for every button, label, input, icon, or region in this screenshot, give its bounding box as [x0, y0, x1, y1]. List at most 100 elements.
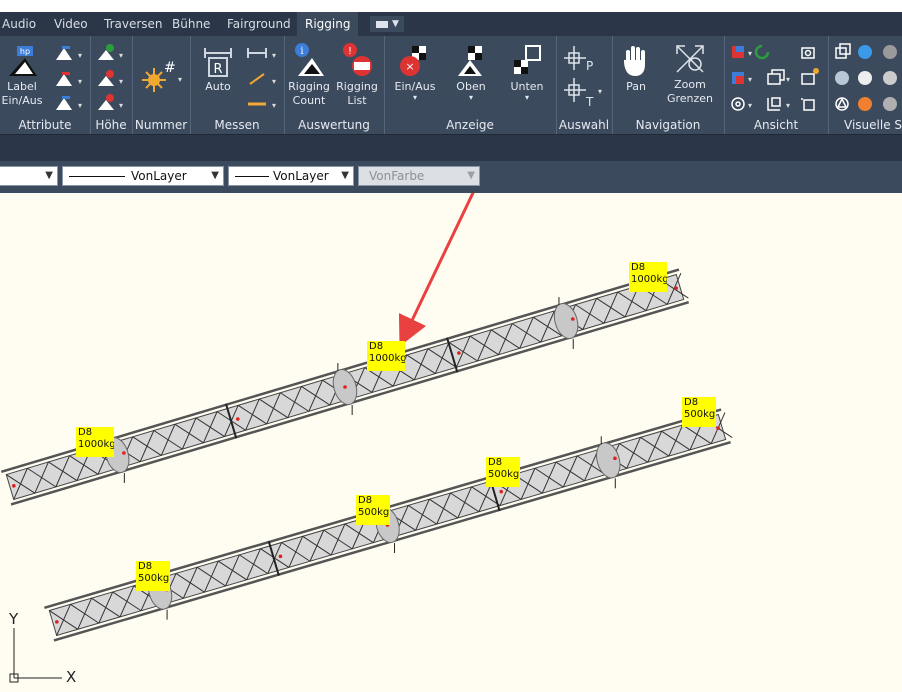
hand-pan-icon [624, 46, 645, 76]
properties-bar: ▼ VonLayer ▼ VonLayer ▼ VonFarbe ▼ [0, 161, 902, 193]
insertion-point [571, 317, 575, 321]
insertion-point [122, 451, 126, 455]
svg-text:▾: ▾ [272, 101, 276, 110]
tag-title: D8 [631, 262, 646, 273]
tab-traversen[interactable]: Traversen [104, 12, 163, 36]
auto-measure-button[interactable]: R Auto [196, 44, 240, 94]
tag-load: 500kg [358, 507, 390, 518]
lineweight-combo[interactable]: VonLayer ▼ [228, 166, 354, 186]
numbering-icon[interactable]: # ▾ [140, 58, 184, 92]
drawing-area[interactable]: Y X [0, 193, 902, 692]
panel-title-attribute: Attribute [18, 118, 72, 132]
truss-tag[interactable]: D8 500kg [486, 457, 520, 487]
panel-ansicht: ▾ ▾ ▾ ▾ ▾ Ansicht [724, 36, 829, 134]
svg-text:▾: ▾ [78, 51, 82, 60]
tab-rigging[interactable]: Rigging [297, 12, 359, 36]
svg-text:i: i [300, 46, 303, 57]
label-tag-icon: hp [9, 46, 37, 76]
chevron-down-icon: ▾ [524, 93, 529, 102]
tag-title: D8 [358, 495, 373, 506]
ribbon-collapsed-strip [0, 135, 902, 161]
insertion-point [716, 426, 720, 430]
truss-tag[interactable]: D8 500kg [682, 397, 716, 427]
panel-visuelle-stile: Visuelle Sti [828, 36, 902, 134]
display-top-icon [458, 46, 482, 76]
measure-small-icons[interactable]: ▾ ▾ ▾ [246, 42, 280, 112]
color-combo[interactable]: ▼ [0, 166, 58, 186]
tag-load: 1000kg [369, 353, 405, 364]
tab-audio[interactable]: Audio [2, 12, 36, 36]
display-bottom-button[interactable]: Unten ▾ [502, 44, 552, 102]
insertion-point [674, 286, 678, 290]
svg-text:▾: ▾ [748, 49, 752, 58]
window-top-edge [0, 0, 902, 12]
rigging-count-label: Rigging Count [288, 80, 330, 107]
app-window: Audio Video Traversen Bühne Fairground R… [0, 0, 902, 692]
pan-button[interactable]: Pan [616, 44, 656, 94]
svg-text:▾: ▾ [598, 87, 602, 96]
svg-text:▾: ▾ [78, 77, 82, 86]
tag-title: D8 [78, 427, 93, 438]
insertion-point [278, 554, 283, 559]
attribute-small-icons[interactable]: ▾ ▾ ▾ [54, 42, 84, 112]
lineweight-preview [235, 176, 269, 177]
chevron-down-icon: ▼ [45, 170, 53, 181]
view-small-icons[interactable]: ▾ ▾ ▾ ▾ ▾ [730, 42, 824, 112]
drawing-canvas[interactable]: Y X D8 1000kg D8 1000kg D8 1000kg D8 500… [0, 193, 902, 692]
rigging-count-button[interactable]: i Rigging Count [286, 42, 332, 108]
panel-title-auswertung: Auswertung [298, 118, 370, 132]
workspace-icon [376, 21, 388, 28]
rigging-list-button[interactable]: ! Rigging List [334, 42, 380, 108]
tag-title: D8 [684, 397, 699, 408]
svg-text:▾: ▾ [272, 77, 276, 86]
ribbon-tab-bar: Audio Video Traversen Bühne Fairground R… [0, 12, 902, 36]
rigging-list-label: Rigging List [336, 80, 378, 107]
display-top-button[interactable]: Oben ▾ [446, 44, 496, 102]
truss-tag[interactable]: D8 500kg [356, 495, 390, 525]
tab-video[interactable]: Video [54, 12, 88, 36]
truss-tag[interactable]: D8 500kg [136, 561, 170, 591]
svg-text:R: R [213, 62, 222, 77]
insertion-point [457, 351, 461, 355]
svg-text:#: # [164, 60, 176, 76]
linetype-combo[interactable]: VonLayer ▼ [62, 166, 224, 186]
selection-icons[interactable]: P T ▾ [564, 44, 606, 110]
annotation-arrow [398, 193, 475, 347]
ucs-x-label: X [66, 668, 76, 686]
plotstyle-combo: VonFarbe ▼ [358, 166, 480, 186]
tab-fairground[interactable]: Fairground [227, 12, 291, 36]
visual-style-icons[interactable] [832, 42, 902, 112]
ribbon: hp Label Ein/Aus ▾ ▾ ▾ Attribute ▾ ▾ ▾ H… [0, 36, 902, 135]
panel-title-auswahl: Auswahl [558, 118, 610, 132]
panel-title-messen: Messen [214, 118, 260, 132]
truss-tag[interactable]: D8 1000kg [367, 341, 405, 371]
svg-text:▾: ▾ [119, 77, 123, 86]
plotstyle-value: VonFarbe [369, 169, 425, 183]
chevron-down-icon: ▼ [341, 170, 349, 181]
svg-text:▾: ▾ [119, 101, 123, 110]
display-toggle-button[interactable]: × Ein/Aus ▾ [390, 44, 440, 102]
chevron-down-icon: ▼ [467, 170, 475, 181]
linetype-value: VonLayer [131, 169, 187, 183]
tag-load: 500kg [138, 573, 170, 584]
svg-text:T: T [585, 95, 594, 109]
workspace-switch-button[interactable]: ▼ [370, 16, 404, 32]
insertion-point [343, 385, 347, 389]
insertion-point [236, 417, 240, 421]
panel-navigation: Pan Zoom Grenzen Navigation [612, 36, 725, 134]
label-toggle-button[interactable]: hp Label Ein/Aus [0, 44, 44, 108]
tag-load: 500kg [684, 409, 716, 420]
zoom-extents-label: Zoom Grenzen [666, 78, 714, 105]
truss-tag[interactable]: D8 1000kg [76, 427, 114, 457]
panel-auswertung: i Rigging Count ! Rigging List Auswertun… [284, 36, 385, 134]
svg-text:hp: hp [20, 47, 30, 56]
truss-tag[interactable]: D8 1000kg [629, 262, 667, 292]
svg-text:▾: ▾ [748, 75, 752, 84]
panel-title-navigation: Navigation [635, 118, 701, 132]
tab-buehne[interactable]: Bühne [172, 12, 210, 36]
height-small-icons[interactable]: ▾ ▾ ▾ [96, 42, 126, 112]
zoom-extents-button[interactable]: Zoom Grenzen [662, 42, 718, 106]
lineweight-value: VonLayer [273, 169, 329, 183]
tag-load: 500kg [488, 469, 520, 480]
panel-title-anzeige: Anzeige [446, 118, 494, 132]
